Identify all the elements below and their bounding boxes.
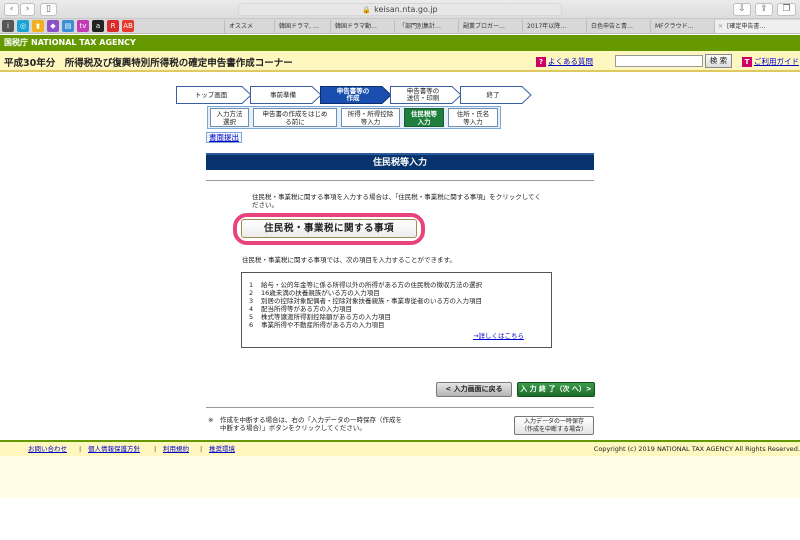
list-item: 4 配当所得等がある方の入力項目 — [249, 305, 352, 313]
guide-link[interactable]: T ご利用ガイド — [742, 56, 799, 67]
section-header: 住民税等入力 — [206, 153, 594, 170]
tabs-overview-button[interactable]: ❐ — [777, 3, 796, 16]
bottom-divider — [206, 407, 594, 408]
resident-tax-matters-button[interactable]: 住民税・事業税に関する事項 — [241, 219, 417, 238]
substep-address-name: 住所・氏名 等入力 — [448, 108, 498, 127]
browser-tab[interactable]: 韓国ドラマ動… — [330, 20, 394, 33]
step-finish: 終了 — [460, 86, 532, 104]
lock-icon: 🔒 — [362, 6, 372, 14]
close-tab-icon[interactable]: ✕ — [718, 20, 723, 33]
forward-nav-button[interactable]: › — [20, 3, 35, 16]
description: 住民税・事業税に関する事項を入力する場合は、「住民税・事業税に関する事項」をクリ… — [252, 193, 541, 209]
guide-icon: T — [742, 56, 752, 67]
sidebar-icon: ▯ — [46, 4, 51, 14]
favorite-chart-icon[interactable]: ▮ — [32, 20, 44, 32]
guide-label: ご利用ガイド — [754, 57, 799, 66]
url-bar[interactable]: 🔒 keisan.nta.go.jp — [238, 3, 562, 16]
footer-separator: | — [79, 445, 82, 453]
finish-input-next-button[interactable]: 入 力 終 了（次 へ）> — [517, 382, 595, 397]
sidebar-button[interactable]: ▯ — [40, 3, 57, 16]
footer-spacer — [0, 456, 800, 498]
favorite-doc-icon[interactable]: ▤ — [62, 20, 74, 32]
footer-link-contact[interactable]: お問い合わせ — [28, 442, 67, 456]
agency-kanji: 国税庁 — [4, 38, 28, 47]
favorite-amazon-icon[interactable]: a — [92, 20, 104, 32]
faq-label: よくある質問 — [548, 57, 593, 66]
favorite-app-icon[interactable]: ◆ — [47, 20, 59, 32]
faq-link[interactable]: ? よくある質問 — [536, 56, 593, 67]
footer-separator: | — [200, 445, 203, 453]
details-link[interactable]: →詳しくはこちら — [473, 330, 524, 340]
agency-bar: 国税庁 NATIONAL TAX AGENCY — [0, 35, 800, 51]
tabs-bar: i ◎ ▮ ◆ ▤ tv a R AB オススメ 韓国ドラマ, … 韓国ドラマ動… — [0, 19, 800, 34]
back-nav-button[interactable]: ‹ — [4, 3, 19, 16]
favorite-rakuten-icon[interactable]: R — [107, 20, 119, 32]
items-intro: 住民税・事業税に関する事項では、次の項目を入力することができます。 — [242, 256, 456, 264]
temporary-save-button[interactable]: 入力データの一時保存 （作成を中断する場合） — [514, 416, 594, 435]
list-item: 5 株式等譲渡所得割控除額がある方の入力項目 — [249, 313, 391, 321]
favorite-ab-icon[interactable]: AB — [122, 20, 134, 32]
browser-tab[interactable]: 副業ブロガー… — [458, 20, 522, 33]
title-bar: 平成30年分 所得税及び復興特別所得税の確定申告書作成コーナー ? よくある質問… — [0, 51, 800, 72]
interrupt-note: ※ 作成を中断する場合は、右の「入力データの一時保存（作成を 中断する場合）」ボタ… — [208, 416, 402, 432]
substep-before-start: 申告書の作成をはじめ る前に — [253, 108, 337, 127]
step-preparation: 事前準備 — [250, 86, 322, 104]
share-button[interactable]: ⇪ — [755, 3, 773, 16]
step-send-print: 申告書等の 送信・印刷 — [390, 86, 462, 104]
browser-tab[interactable]: オススメ — [224, 20, 274, 33]
url-text: keisan.nta.go.jp — [374, 5, 438, 14]
question-icon: ? — [536, 56, 546, 67]
list-item: 1 給与・公的年金等に係る所得以外の所得がある方の住民税の徴収方法の選択 — [249, 281, 482, 289]
footer-link-privacy[interactable]: 個人情報保護方針 — [88, 442, 140, 456]
favorite-globe-icon[interactable]: ◎ — [17, 20, 29, 32]
list-item: 2 16歳未満の扶養親族がいる方の入力項目 — [249, 289, 380, 297]
footer-link-environment[interactable]: 推奨環境 — [209, 442, 235, 456]
substep-income-deductions: 所得・所得控除 等入力 — [341, 108, 400, 127]
page-title: 平成30年分 所得税及び復興特別所得税の確定申告書作成コーナー — [4, 58, 293, 69]
browser-tab[interactable]: 「部門別集計… — [394, 20, 458, 33]
agency-name: NATIONAL TAX AGENCY — [31, 38, 136, 47]
back-to-input-button[interactable]: < 入力画面に戻る — [436, 382, 512, 397]
tabs-icon: ❐ — [782, 4, 791, 14]
favorite-tv-icon[interactable]: tv — [77, 20, 89, 32]
search-button[interactable]: 検 索 — [705, 54, 732, 68]
favorites-bar: i ◎ ▮ ◆ ▤ tv a R AB — [2, 20, 134, 32]
browser-window: ‹ › ▯ 🔒 keisan.nta.go.jp ⇩ ⇪ ❐ i ◎ ▮ ◆ ▤ … — [0, 0, 800, 540]
list-item: 3 別居の控除対象配偶者・控除対象扶養親族・事業専従者のいる方の入力項目 — [249, 297, 482, 305]
browser-tab[interactable]: 韓国ドラマ, … — [274, 20, 330, 33]
chevron-left-icon: ‹ — [9, 4, 14, 14]
browser-tab-active[interactable]: ✕ [確定申告書… — [714, 20, 800, 33]
footer-separator: | — [154, 445, 157, 453]
substep-resident-tax: 住民税等 入力 — [404, 108, 444, 127]
section-divider — [206, 180, 594, 181]
browser-toolbar: ‹ › ▯ 🔒 keisan.nta.go.jp ⇩ ⇪ ❐ — [0, 0, 800, 19]
browser-tab[interactable]: 2017年以降… — [522, 20, 586, 33]
favorite-info-icon[interactable]: i — [2, 20, 14, 32]
browser-tab[interactable]: MFクラウド… — [650, 20, 714, 33]
download-icon: ⇩ — [738, 4, 746, 14]
paper-submission-link[interactable]: 書面提出 — [206, 132, 242, 143]
substep-input-method: 入力方法 選択 — [210, 108, 249, 127]
footer: お問い合わせ | 個人情報保護方針 | 利用規約 | 推奨環境 Copyrigh… — [0, 440, 800, 456]
list-item: 6 事業所得や不動産所得がある方の入力項目 — [249, 321, 385, 329]
step-top-screen: トップ画面 — [176, 86, 252, 104]
download-button[interactable]: ⇩ — [733, 3, 751, 16]
share-icon: ⇪ — [760, 4, 768, 14]
copyright: Copyright (c) 2019 NATIONAL TAX AGENCY A… — [593, 445, 800, 453]
items-box: 1 給与・公的年金等に係る所得以外の所得がある方の住民税の徴収方法の選択 2 16歳… — [241, 272, 552, 348]
step-create-return: 申告書等の 作成 — [320, 86, 392, 104]
chevron-right-icon: › — [25, 4, 30, 14]
footer-link-terms[interactable]: 利用規約 — [163, 442, 189, 456]
browser-tab[interactable]: 白色申告と青… — [586, 20, 650, 33]
search-input[interactable] — [615, 55, 703, 67]
